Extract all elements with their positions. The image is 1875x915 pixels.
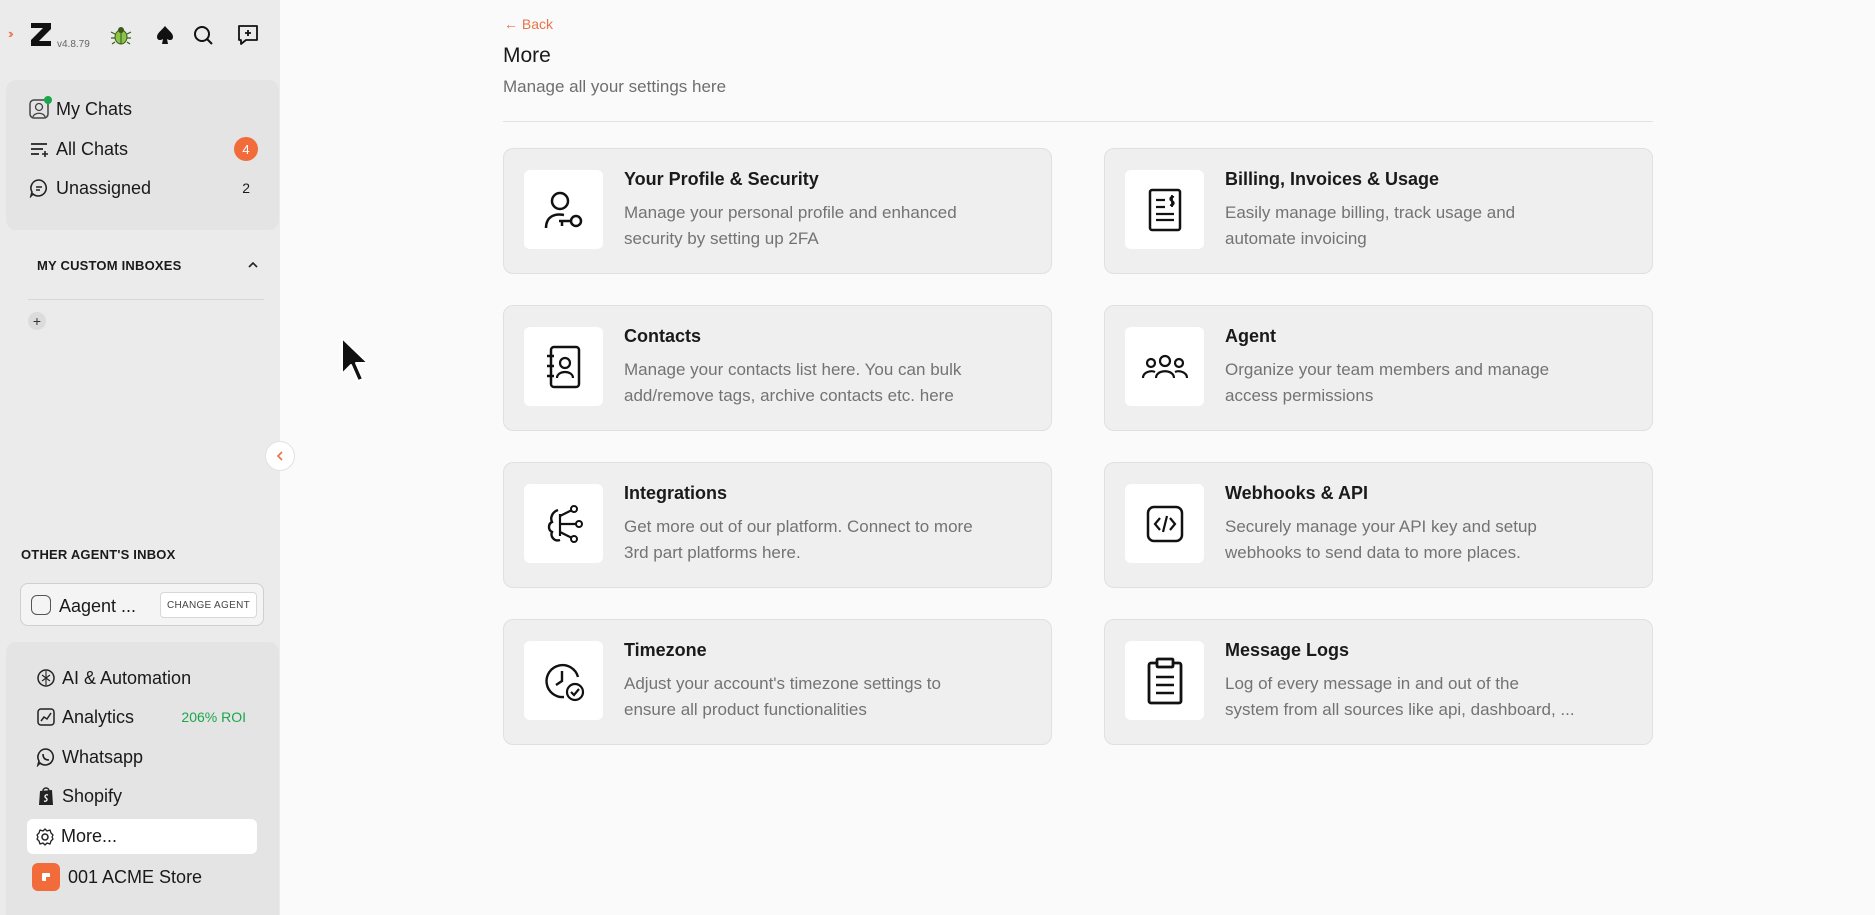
card-title: Webhooks & API <box>1225 483 1369 503</box>
chat-bubble-icon <box>28 177 50 199</box>
contact-book-icon <box>546 345 580 388</box>
nav-analytics[interactable]: Analytics 206% ROI <box>28 701 258 733</box>
page-title: More <box>503 44 551 67</box>
user-key-icon <box>544 191 582 228</box>
nav-label: Analytics <box>62 706 135 727</box>
sidebar-topbar: ›› v4.8.79 <box>0 0 280 70</box>
app-logo-icon[interactable] <box>28 20 54 48</box>
code-icon <box>1146 505 1183 542</box>
back-link[interactable]: ← Back <box>504 16 553 32</box>
add-inbox-button[interactable]: + <box>28 312 46 330</box>
icon-box <box>1125 484 1204 563</box>
icon-box <box>524 327 603 406</box>
store-icon <box>32 863 60 891</box>
agent-name: Aagent ... <box>59 596 137 616</box>
clock-check-icon <box>544 663 584 701</box>
page-subtitle: Manage all your settings here <box>503 77 727 96</box>
nav-all-chats[interactable]: All Chats 4 <box>28 134 258 164</box>
agent-avatar-icon <box>31 595 51 615</box>
card-description: Organize your team members and manage ac… <box>1225 360 1550 405</box>
icon-box <box>524 641 603 720</box>
avatar-icon <box>28 96 52 120</box>
sidebar: ›› v4.8.79 My Chats All Chats 4 Unassign… <box>0 0 280 915</box>
card-profile-security[interactable]: Your Profile & Security Manage your pers… <box>503 148 1052 274</box>
card-description: Manage your contacts list here. You can … <box>624 360 962 405</box>
nav-label: My Chats <box>56 98 133 119</box>
nav-unassigned[interactable]: Unassigned 2 <box>28 173 258 203</box>
chevron-left-icon <box>276 451 283 461</box>
chevron-up-icon[interactable] <box>246 258 260 272</box>
all-chats-badge: 4 <box>234 137 258 161</box>
nav-ai-automation[interactable]: AI & Automation <box>28 662 258 694</box>
card-title: Agent <box>1225 326 1276 346</box>
expand-arrows-icon[interactable]: ›› <box>8 26 13 41</box>
new-chat-icon[interactable] <box>235 22 261 48</box>
card-description: Get more out of our platform. Connect to… <box>624 517 973 562</box>
agent-selector[interactable]: Aagent ... CHANGE AGENT <box>20 583 264 626</box>
nav-whatsapp[interactable]: Whatsapp <box>28 741 258 773</box>
filter-list-icon <box>28 138 50 160</box>
icon-box <box>1125 327 1204 406</box>
custom-inboxes-title: MY CUSTOM INBOXES <box>37 258 182 273</box>
card-title: Message Logs <box>1225 640 1350 660</box>
nav-my-chats[interactable]: My Chats <box>28 94 258 124</box>
nav-store[interactable]: 001 ACME Store <box>28 861 258 893</box>
whatsapp-icon <box>36 747 56 767</box>
nav-shopify[interactable]: Shopify <box>28 780 258 812</box>
card-contacts[interactable]: Contacts Manage your contacts list here.… <box>503 305 1052 431</box>
nav-label: More... <box>61 826 118 846</box>
card-message-logs[interactable]: Message Logs Log of every message in and… <box>1104 619 1653 745</box>
nav-more[interactable]: More... <box>27 819 257 854</box>
team-icon <box>1141 354 1188 378</box>
card-description: Adjust your account's timezone settings … <box>624 674 941 719</box>
icon-box <box>524 484 603 563</box>
app-version: v4.8.79 <box>57 39 90 50</box>
other-agents-title: OTHER AGENT'S INBOX <box>21 547 176 562</box>
card-billing[interactable]: Billing, Invoices & Usage Easily manage … <box>1104 148 1653 274</box>
card-description: Manage your personal profile and enhance… <box>624 203 957 248</box>
nav-label: Shopify <box>62 785 123 806</box>
collapse-sidebar-button[interactable] <box>265 441 295 471</box>
divider <box>28 299 264 300</box>
card-agent[interactable]: Agent Organize your team members and man… <box>1104 305 1653 431</box>
icon-box <box>524 170 603 249</box>
card-webhooks-api[interactable]: Webhooks & API Securely manage your API … <box>1104 462 1653 588</box>
clipboard-icon <box>1147 657 1182 704</box>
card-title: Billing, Invoices & Usage <box>1225 169 1440 189</box>
change-agent-button[interactable]: CHANGE AGENT <box>159 592 257 618</box>
card-description: Securely manage your API key and setup w… <box>1225 517 1537 562</box>
card-description: Log of every message in and out of the s… <box>1225 674 1575 719</box>
ai-icon <box>36 668 56 688</box>
search-icon[interactable] <box>190 22 216 48</box>
card-title: Timezone <box>624 640 707 660</box>
card-description: Easily manage billing, track usage and a… <box>1225 203 1516 248</box>
card-timezone[interactable]: Timezone Adjust your account's timezone … <box>503 619 1052 745</box>
card-title: Contacts <box>624 326 702 346</box>
icon-box <box>1125 170 1204 249</box>
nav-label: Whatsapp <box>62 746 144 767</box>
unassigned-count: 2 <box>242 180 250 196</box>
card-title: Your Profile & Security <box>624 169 819 189</box>
integrations-icon <box>547 504 583 543</box>
shopify-icon <box>36 786 56 806</box>
spade-icon[interactable] <box>152 22 178 48</box>
plus-icon: + <box>32 313 42 329</box>
chart-icon <box>36 707 56 727</box>
gear-icon <box>35 827 55 847</box>
card-title: Integrations <box>624 483 728 503</box>
divider <box>503 121 1653 122</box>
invoice-icon <box>1148 188 1181 231</box>
roi-badge: 206% ROI <box>181 709 246 725</box>
nav-label: Unassigned <box>56 177 152 198</box>
nav-label: 001 ACME Store <box>68 866 203 887</box>
mouse-pointer-icon <box>341 337 369 382</box>
nav-label: All Chats <box>56 138 129 159</box>
nav-label: AI & Automation <box>62 667 192 688</box>
online-status-dot <box>44 96 52 104</box>
icon-box <box>1125 641 1204 720</box>
card-integrations[interactable]: Integrations Get more out of our platfor… <box>503 462 1052 588</box>
bug-icon[interactable] <box>108 22 134 48</box>
